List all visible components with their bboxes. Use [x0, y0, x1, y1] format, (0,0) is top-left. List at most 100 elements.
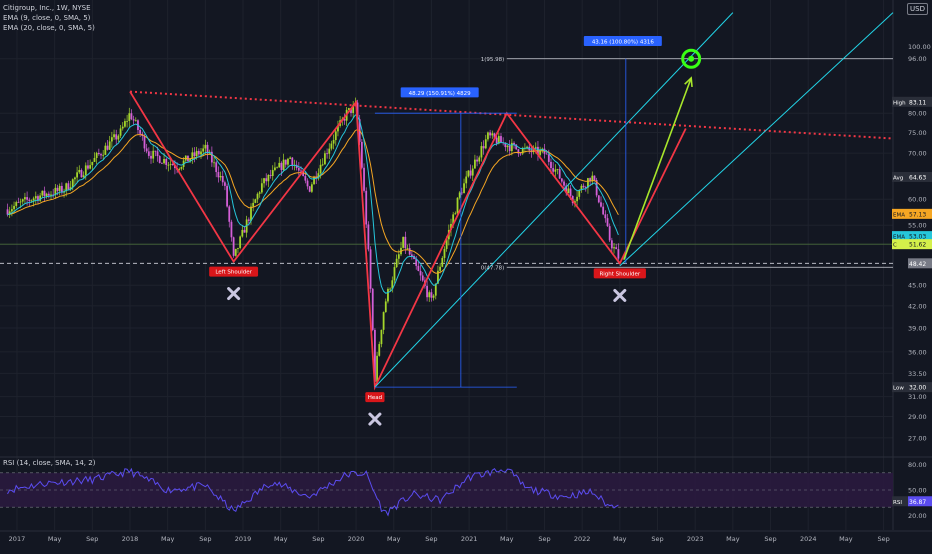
candle-body — [306, 180, 309, 187]
candle-body — [34, 196, 37, 199]
candle-body — [487, 132, 489, 140]
candle-body — [439, 266, 442, 271]
badge-value: 57.13 — [909, 211, 926, 218]
candle-body — [402, 236, 405, 248]
candle-body — [24, 197, 26, 200]
badge-value: 51.62 — [909, 242, 926, 249]
candle-body — [600, 202, 602, 207]
candle-body — [395, 258, 398, 268]
candle-body — [310, 184, 313, 192]
x-tick-label: Sep — [312, 535, 324, 543]
candle-body — [58, 185, 61, 191]
candle-body — [241, 229, 244, 237]
candle-body — [615, 247, 618, 250]
candle-body — [408, 248, 411, 255]
chart-area[interactable]: 2017 May Sep 2018 May Sep 2019 May Sep 2020 May Sep… — [0, 0, 932, 550]
candle-body — [271, 170, 274, 176]
y-tick-label: 42.00 — [908, 302, 927, 310]
candle-body — [597, 195, 600, 203]
candle-body — [469, 170, 472, 176]
candle-body — [213, 162, 215, 164]
candle-body — [102, 154, 105, 156]
ema20-legend: EMA (20, close, 0, SMA, 5) — [3, 24, 95, 32]
badge-label: High — [893, 100, 906, 106]
candle-body — [89, 165, 92, 169]
candle-body — [147, 151, 150, 156]
candle-body — [237, 247, 239, 249]
candle-body — [76, 172, 78, 178]
candle-body — [332, 140, 335, 144]
candle-body — [465, 176, 468, 184]
x-tick-label: May — [274, 535, 288, 543]
left-shoulder-label: Left Shoulder — [215, 270, 252, 276]
candle-body — [371, 288, 374, 330]
candle-body — [582, 185, 585, 188]
currency-badge[interactable]: USD — [907, 3, 928, 15]
fib-label-bottom: 0(47.78) — [481, 265, 505, 271]
rsi-badge-value: 36.87 — [909, 499, 926, 506]
candle-body — [284, 159, 287, 165]
candle-body — [569, 188, 572, 196]
candle-body — [232, 237, 235, 256]
measure-label-2: 43.16 (100.80%) 4316 — [592, 40, 655, 46]
x-tick-label: 2022 — [574, 535, 591, 543]
candle-body — [128, 113, 131, 121]
badge-label: Avg — [893, 175, 903, 181]
candle-body — [252, 202, 255, 207]
candle-body — [110, 137, 113, 142]
candle-body — [367, 224, 370, 250]
x-tick-label: May — [613, 535, 627, 543]
candle-body — [291, 157, 294, 166]
candle-body — [100, 154, 102, 156]
candle-body — [230, 221, 233, 238]
candle-body — [228, 206, 231, 222]
candle-body — [274, 167, 276, 171]
candle-body — [397, 254, 400, 259]
candle-body — [150, 155, 152, 159]
candle-body — [545, 153, 548, 155]
candle-body — [606, 218, 609, 227]
x-tick-label: Sep — [425, 535, 437, 543]
candle-body — [204, 144, 207, 149]
candle-body — [197, 150, 200, 155]
candle-body — [476, 159, 478, 162]
candle-body — [124, 121, 126, 127]
candle-body — [26, 197, 29, 200]
candle-body — [330, 143, 333, 149]
right-shoulder-label: Right Shoulder — [599, 271, 640, 277]
candle-body — [43, 190, 46, 197]
candle-body — [156, 151, 159, 157]
candle-body — [265, 178, 268, 182]
candle-body — [256, 193, 259, 200]
candle-body — [602, 206, 605, 215]
x-tick-label: Sep — [199, 535, 211, 543]
y-tick-label: 36.00 — [908, 348, 927, 356]
candle-body — [108, 141, 111, 150]
candle-body — [28, 199, 31, 201]
x-tick-label: May — [48, 535, 62, 543]
candle-body — [287, 158, 289, 165]
candle-body — [263, 178, 265, 184]
candle-body — [365, 190, 368, 225]
candle-body — [613, 247, 615, 249]
candle-body — [97, 152, 100, 155]
candle-body — [576, 196, 578, 202]
candle-body — [404, 236, 407, 249]
candle-body — [119, 128, 122, 136]
y-tick-label: 80.00 — [908, 110, 927, 118]
x-tick-label: 2024 — [800, 535, 817, 543]
candle-body — [563, 181, 565, 186]
chart-legend: Citigroup, Inc., 1W, NYSE EMA (9, close,… — [3, 3, 95, 33]
rsi-legend: RSI (14, close, SMA, 14, 2) — [3, 459, 96, 467]
candle-body — [243, 229, 246, 233]
candle-body — [195, 150, 198, 157]
candle-body — [428, 292, 431, 298]
candle-body — [217, 172, 220, 178]
candle-body — [426, 285, 428, 298]
candle-body — [17, 202, 20, 203]
candle-body — [234, 248, 237, 256]
candle-body — [610, 240, 613, 249]
candle-body — [269, 174, 272, 176]
price-chart[interactable]: 2017 May Sep 2018 May Sep 2019 May Sep 2020 May Sep… — [0, 0, 932, 550]
badge-value: 64.63 — [909, 174, 926, 181]
